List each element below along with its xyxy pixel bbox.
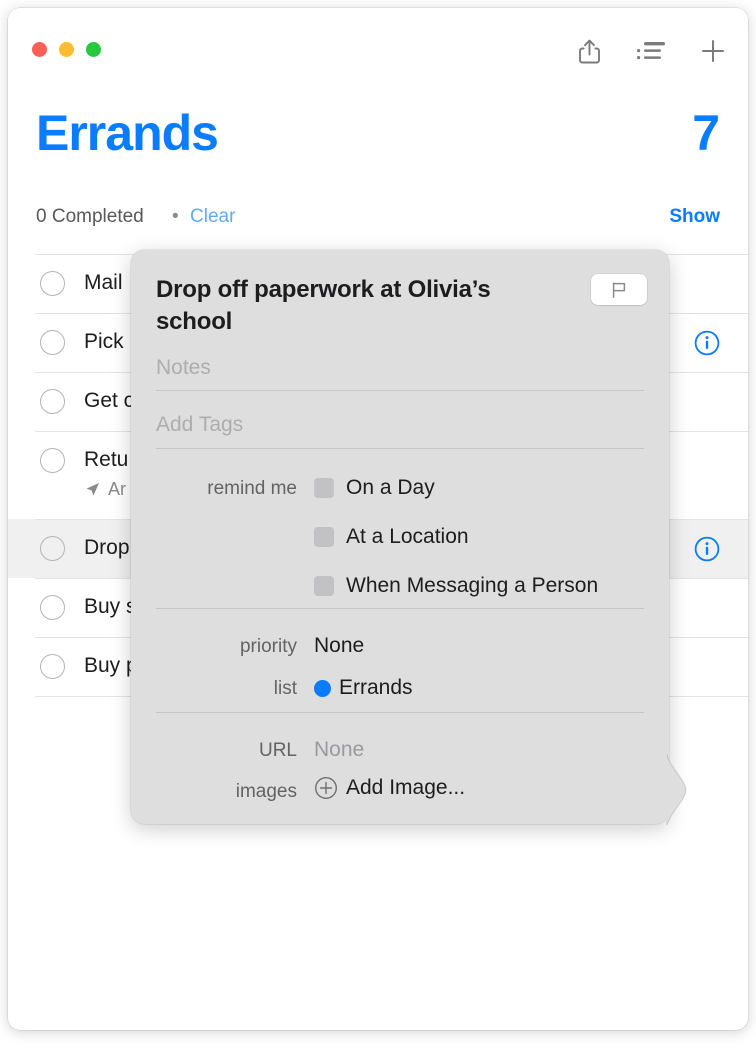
reminder-title: Pick [84, 330, 124, 353]
complete-checkbox[interactable] [40, 389, 65, 414]
show-completed-button[interactable]: Show [669, 206, 720, 228]
flag-icon [612, 281, 626, 298]
reminder-count: 7 [692, 105, 720, 161]
app-root: Errands 7 0 Completed • Clear Show Mail … [0, 0, 756, 1046]
divider [156, 448, 644, 449]
priority-value[interactable]: None [314, 634, 364, 658]
minimize-button[interactable] [59, 42, 74, 57]
reminder-title: Buy s [84, 595, 137, 618]
close-button[interactable] [32, 42, 47, 57]
location-arrow-icon [86, 483, 99, 496]
flag-button[interactable] [591, 274, 647, 305]
zoom-button[interactable] [86, 42, 101, 57]
complete-checkbox[interactable] [40, 595, 65, 620]
list-color-dot [314, 679, 331, 697]
complete-checkbox[interactable] [40, 536, 65, 561]
share-icon[interactable] [572, 34, 606, 68]
url-value[interactable]: None [314, 738, 364, 762]
list-value-text: Errands [339, 676, 413, 699]
add-image-label: Add Image... [346, 776, 466, 799]
info-icon[interactable] [694, 536, 720, 562]
remind-at-a-location-row[interactable]: At a Location [314, 525, 469, 549]
priority-value-text: None [314, 634, 365, 657]
when-messaging-checkbox[interactable] [314, 576, 334, 596]
remind-on-a-day-row[interactable]: On a Day [314, 476, 435, 500]
info-icon[interactable] [694, 330, 720, 356]
list-view-icon[interactable] [634, 34, 668, 68]
priority-label: priority [239, 636, 297, 657]
list-label: list [273, 678, 297, 699]
separator-dot: • [172, 206, 179, 227]
url-value-text: None [314, 738, 365, 761]
reminder-detail-popover: Drop off paperwork at Olivia’s school No… [131, 250, 687, 825]
at-a-location-label: At a Location [346, 525, 469, 548]
images-label: images [235, 781, 297, 802]
clear-button[interactable]: Clear [190, 206, 235, 228]
add-image-button[interactable]: Add Image... [314, 776, 465, 800]
on-a-day-checkbox[interactable] [314, 478, 334, 498]
reminder-location-detail: Ar [84, 479, 126, 500]
notes-field[interactable]: Notes [156, 356, 644, 380]
page-title: Errands [36, 105, 219, 161]
complete-checkbox[interactable] [40, 271, 65, 296]
complete-checkbox[interactable] [40, 654, 65, 679]
divider [156, 390, 644, 391]
reminder-title: Buy p [84, 654, 138, 677]
window-toolbar [572, 34, 730, 68]
remind-when-messaging-row[interactable]: When Messaging a Person [314, 574, 598, 598]
completed-count-label: 0 Completed [36, 206, 144, 227]
remind-me-label: remind me [207, 478, 297, 499]
reminder-title: Get c [84, 389, 135, 412]
list-value[interactable]: Errands [314, 676, 413, 700]
add-icon[interactable] [696, 34, 730, 68]
reminder-title: Mail [84, 271, 123, 294]
completed-bar: 0 Completed • Clear Show [8, 206, 748, 242]
traffic-lights [32, 42, 101, 57]
url-label: URL [258, 740, 297, 761]
divider [156, 712, 644, 713]
window-titlebar [8, 8, 748, 84]
at-a-location-checkbox[interactable] [314, 527, 334, 547]
when-messaging-label: When Messaging a Person [346, 574, 599, 597]
reminder-title: Drop [84, 536, 130, 559]
popover-title[interactable]: Drop off paperwork at Olivia’s school [156, 274, 566, 337]
divider [156, 608, 644, 609]
on-a-day-label: On a Day [346, 476, 435, 499]
reminder-location-label: Ar [108, 479, 126, 499]
complete-checkbox[interactable] [40, 448, 65, 473]
reminder-title: Retu [84, 448, 129, 471]
complete-checkbox[interactable] [40, 330, 65, 355]
add-circle-icon [314, 776, 338, 800]
tags-field[interactable]: Add Tags [156, 413, 644, 437]
